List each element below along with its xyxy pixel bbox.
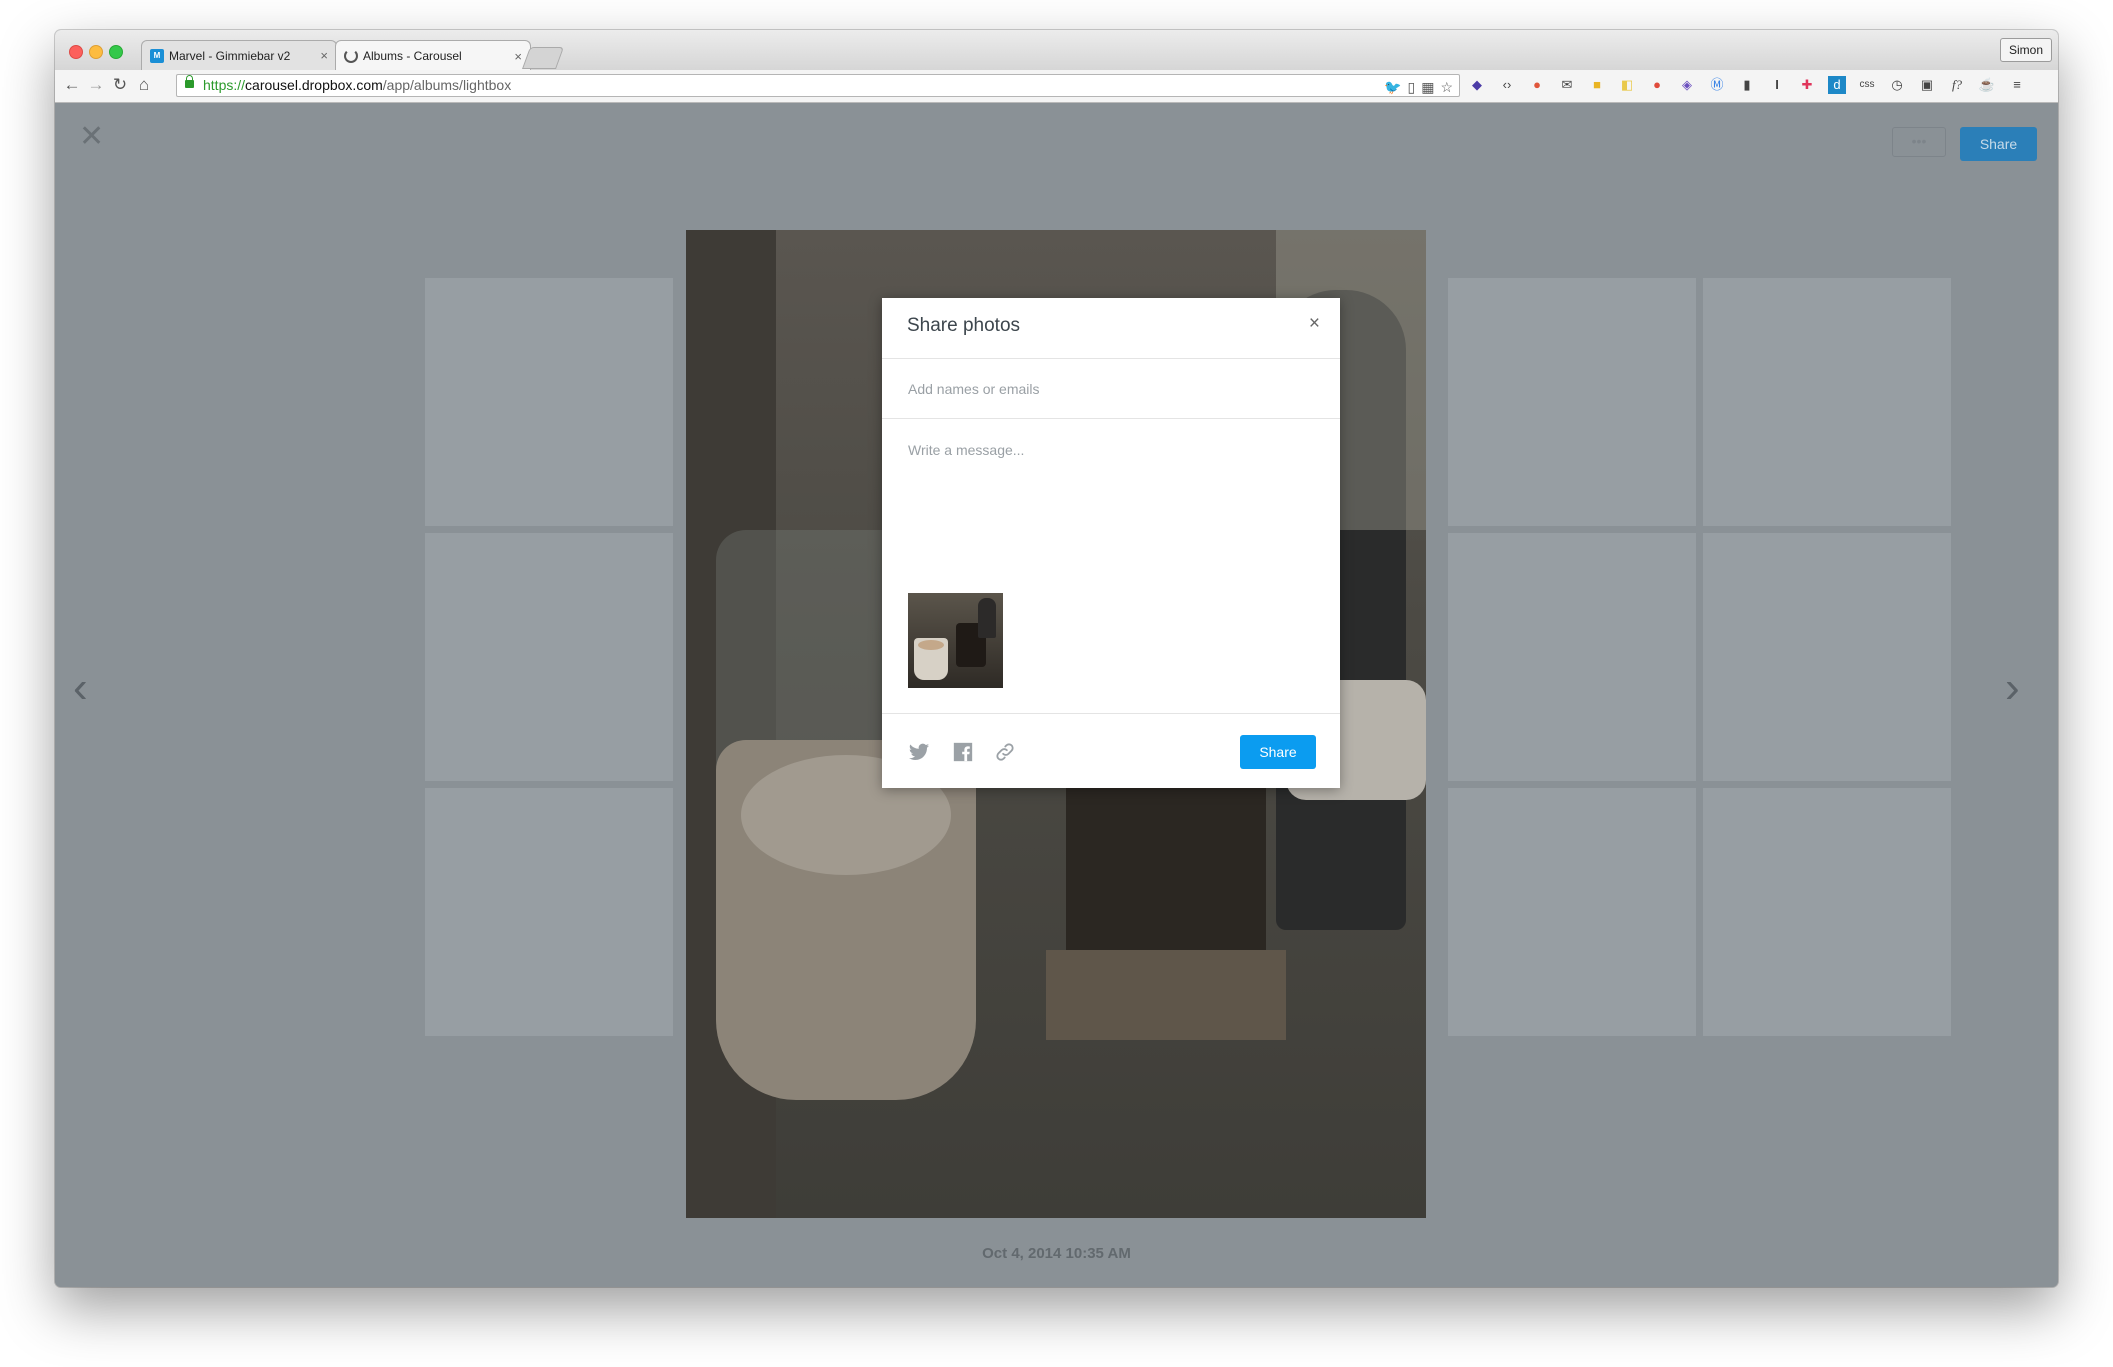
code-extension-icon[interactable]: ‹› xyxy=(1498,76,1516,94)
dialog-title: Share photos xyxy=(907,315,1021,336)
panel-extension-icon[interactable]: ▣ xyxy=(1918,76,1936,94)
close-icon[interactable]: × xyxy=(1309,314,1320,334)
forward-arrow-icon[interactable]: → xyxy=(85,74,107,96)
next-photo-icon[interactable]: › xyxy=(2005,663,2020,713)
secure-lock-icon xyxy=(185,75,194,88)
twitter-icon[interactable] xyxy=(908,741,930,763)
notes-extension-icon[interactable]: ■ xyxy=(1588,76,1606,94)
bookmark-star-icon[interactable]: ☆ xyxy=(1440,77,1453,98)
carousel-page: ✕ ••• Share ‹ › Oct 4, 2014 10:35 AM Sha… xyxy=(55,103,2058,1287)
new-tab-button[interactable] xyxy=(521,47,565,69)
link-icon[interactable] xyxy=(994,741,1016,763)
close-window-button[interactable] xyxy=(69,45,83,59)
selected-photo-thumbnail xyxy=(908,593,1003,688)
extension-icon-1[interactable]: ◆ xyxy=(1468,76,1486,94)
back-arrow-icon[interactable]: ← xyxy=(61,74,83,96)
rss-icon[interactable]: ▦ xyxy=(1421,77,1434,98)
coffee-extension-icon[interactable]: ☕ xyxy=(1978,76,1996,94)
mail-extension-icon[interactable]: ✉ xyxy=(1558,76,1576,94)
more-options-button[interactable]: ••• xyxy=(1892,127,1946,157)
share-button-background[interactable]: Share xyxy=(1960,127,2037,161)
reader-icon[interactable]: ▯ xyxy=(1407,77,1415,98)
tab-title: Marvel - Gimmiebar v2 xyxy=(169,48,291,63)
zoom-window-button[interactable] xyxy=(109,45,123,59)
message-textarea[interactable] xyxy=(882,420,1340,580)
url-scheme: https:// xyxy=(203,77,246,93)
home-icon[interactable]: ⌂ xyxy=(133,74,155,96)
tab-close-icon[interactable]: × xyxy=(514,49,522,64)
tab-marvel[interactable]: M Marvel - Gimmiebar v2 × xyxy=(141,40,337,70)
photo-date: Oct 4, 2014 10:35 AM xyxy=(982,1245,1131,1262)
reload-icon[interactable]: ↻ xyxy=(109,74,131,96)
twitter-extension-icon[interactable]: 🐦 xyxy=(1384,77,1401,98)
album-thumbnail xyxy=(425,533,673,781)
dialog-header: Share photos × xyxy=(882,298,1340,359)
red-circle-extension-icon[interactable]: ● xyxy=(1648,76,1666,94)
font-extension-icon[interactable]: f? xyxy=(1948,76,1966,94)
url-path: /app/albums/lightbox xyxy=(382,77,512,93)
previous-photo-icon[interactable]: ‹ xyxy=(73,663,88,713)
instapaper-extension-icon[interactable]: I xyxy=(1768,76,1786,94)
album-thumbnail xyxy=(1448,788,1696,1036)
clock-extension-icon[interactable]: ◷ xyxy=(1888,76,1906,94)
loading-spinner-icon xyxy=(344,49,358,63)
sticky-extension-icon[interactable]: ◧ xyxy=(1618,76,1636,94)
css-extension-icon[interactable]: css xyxy=(1858,76,1876,94)
album-thumbnail xyxy=(1703,278,1951,526)
tab-title: Albums - Carousel xyxy=(363,49,462,63)
minimize-window-button[interactable] xyxy=(89,45,103,59)
stats-extension-icon[interactable]: ▮ xyxy=(1738,76,1756,94)
album-thumbnail xyxy=(1703,788,1951,1036)
d-extension-icon[interactable]: d xyxy=(1828,76,1846,94)
profile-button[interactable]: Simon xyxy=(1999,38,2052,62)
url-host: carousel.dropbox.com xyxy=(245,77,383,93)
fire-extension-icon[interactable]: ● xyxy=(1528,76,1546,94)
album-thumbnail xyxy=(1703,533,1951,781)
dialog-footer: Share xyxy=(882,713,1340,789)
share-button[interactable]: Share xyxy=(1240,735,1316,769)
menu-icon[interactable]: ≡ xyxy=(2008,76,2026,94)
share-photos-dialog: Share photos × Add names or emails Write… xyxy=(882,298,1340,788)
title-bar: M Marvel - Gimmiebar v2 × Albums - Carou… xyxy=(55,30,2058,71)
album-thumbnail xyxy=(1448,278,1696,526)
browser-window: M Marvel - Gimmiebar v2 × Albums - Carou… xyxy=(55,30,2058,1287)
album-thumbnail xyxy=(425,788,673,1036)
album-thumbnail xyxy=(1448,533,1696,781)
close-lightbox-icon[interactable]: ✕ xyxy=(79,119,104,154)
album-thumbnail xyxy=(425,278,673,526)
color-extension-icon[interactable]: ◈ xyxy=(1678,76,1696,94)
marvel-icon: M xyxy=(150,48,164,63)
plus-extension-icon[interactable]: ✚ xyxy=(1798,76,1816,94)
facebook-icon[interactable] xyxy=(952,741,974,763)
address-bar[interactable]: https://carousel.dropbox.com/app/albums/… xyxy=(176,74,1460,97)
tab-carousel[interactable]: Albums - Carousel × xyxy=(335,40,531,71)
m-extension-icon[interactable]: Ⓜ xyxy=(1708,76,1726,94)
tab-close-icon[interactable]: × xyxy=(320,48,328,63)
browser-toolbar: ← → ↻ ⌂ https://carousel.dropbox.com/app… xyxy=(55,70,2058,103)
recipients-input[interactable] xyxy=(882,359,1340,419)
